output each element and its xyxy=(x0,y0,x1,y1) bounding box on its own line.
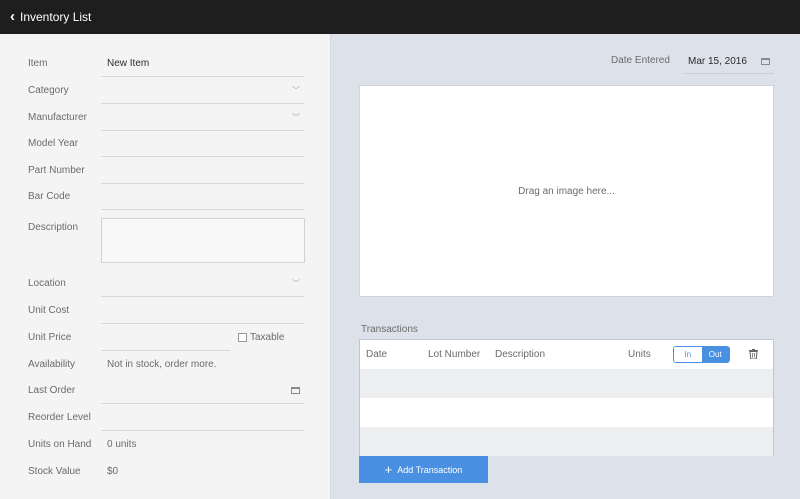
back-label: Inventory List xyxy=(20,10,92,24)
availability-label: Availability xyxy=(28,359,76,370)
taxable-label: Taxable xyxy=(250,331,285,343)
transactions-table: Date Lot Number Description Units In Out xyxy=(359,339,774,456)
taxable-checkbox[interactable]: Taxable xyxy=(238,331,284,343)
description-label: Description xyxy=(28,222,79,233)
reorder-level-label: Reorder Level xyxy=(28,412,91,423)
bar-code-input[interactable] xyxy=(101,183,304,210)
item-input[interactable]: New Item xyxy=(101,50,304,77)
description-textarea[interactable] xyxy=(101,218,305,263)
column-lot-number[interactable]: Lot Number xyxy=(428,340,480,369)
reorder-level-row: Reorder Level xyxy=(0,404,331,431)
last-order-row: Last Order xyxy=(0,377,331,404)
part-number-input[interactable] xyxy=(101,157,304,184)
model-year-label: Model Year xyxy=(28,138,79,149)
calendar-icon[interactable] xyxy=(291,387,300,394)
table-header: Date Lot Number Description Units In Out xyxy=(360,340,773,369)
column-date[interactable]: Date xyxy=(366,340,387,369)
category-select[interactable]: ﹀ xyxy=(101,77,304,104)
transactions-title: Transactions xyxy=(361,324,418,335)
bar-code-label: Bar Code xyxy=(28,191,71,202)
back-button[interactable]: ‹ Inventory List xyxy=(10,0,91,34)
details-panel: Date Entered Mar 15, 2016 Drag an image … xyxy=(331,34,800,499)
checkbox-box[interactable] xyxy=(238,332,247,342)
toggle-in[interactable]: In xyxy=(674,347,702,362)
trash-icon[interactable] xyxy=(749,349,758,359)
model-year-row: Model Year xyxy=(0,130,331,157)
add-transaction-button[interactable]: + Add Transaction xyxy=(359,456,488,483)
chevron-down-icon: ﹀ xyxy=(292,113,300,122)
plus-icon: + xyxy=(384,461,393,477)
date-entered-label: Date Entered xyxy=(611,55,670,66)
date-entered-value: Mar 15, 2016 xyxy=(688,56,747,67)
unit-cost-label: Unit Cost xyxy=(28,305,70,316)
location-label: Location xyxy=(28,278,66,289)
unit-price-label: Unit Price xyxy=(28,332,72,343)
units-on-hand-label: Units on Hand xyxy=(28,439,92,450)
table-row[interactable] xyxy=(360,427,773,456)
column-units[interactable]: Units xyxy=(628,340,651,369)
last-order-input[interactable] xyxy=(101,377,304,404)
part-number-row: Part Number xyxy=(0,157,331,184)
part-number-label: Part Number xyxy=(28,165,85,176)
units-on-hand-row: Units on Hand 0 units xyxy=(0,431,331,458)
image-dropzone[interactable]: Drag an image here... xyxy=(359,85,774,297)
table-row[interactable] xyxy=(360,398,773,427)
availability-value: Not in stock, order more. xyxy=(107,359,217,370)
item-form-panel: Item New Item Category ﹀ Manufacturer ﹀ … xyxy=(0,34,331,499)
category-label: Category xyxy=(28,85,69,96)
stock-value-row: Stock Value $0 xyxy=(0,458,331,485)
last-order-label: Last Order xyxy=(28,385,76,396)
in-out-toggle[interactable]: In Out xyxy=(673,346,730,363)
stock-value-value: $0 xyxy=(107,466,119,477)
unit-cost-row: Unit Cost xyxy=(0,297,331,324)
calendar-icon[interactable] xyxy=(761,58,770,65)
category-row: Category ﹀ xyxy=(0,77,331,104)
manufacturer-select[interactable]: ﹀ xyxy=(101,104,304,131)
date-entered-input[interactable]: Mar 15, 2016 xyxy=(683,50,774,74)
unit-cost-input[interactable] xyxy=(101,297,304,324)
chevron-left-icon: ‹ xyxy=(10,7,15,25)
column-description[interactable]: Description xyxy=(495,340,545,369)
unit-price-input[interactable] xyxy=(101,324,230,351)
dropzone-text: Drag an image here... xyxy=(518,185,615,197)
bar-code-row: Bar Code xyxy=(0,183,331,210)
manufacturer-label: Manufacturer xyxy=(28,112,87,123)
add-transaction-label: Add Transaction xyxy=(397,464,463,475)
location-select[interactable]: ﹀ xyxy=(101,270,304,297)
manufacturer-row: Manufacturer ﹀ xyxy=(0,104,331,131)
units-on-hand-value: 0 units xyxy=(107,439,137,450)
title-bar: ‹ Inventory List xyxy=(0,0,800,34)
reorder-level-input[interactable] xyxy=(101,404,304,431)
table-row[interactable] xyxy=(360,369,773,398)
availability-row: Availability Not in stock, order more. xyxy=(0,351,331,378)
stock-value-label: Stock Value xyxy=(28,466,81,477)
chevron-down-icon: ﹀ xyxy=(292,86,300,95)
toggle-out[interactable]: Out xyxy=(701,347,729,362)
location-row: Location ﹀ xyxy=(0,270,331,297)
chevron-down-icon: ﹀ xyxy=(292,279,300,288)
item-label: Item xyxy=(28,58,48,69)
model-year-input[interactable] xyxy=(101,130,304,157)
item-row: Item New Item xyxy=(0,50,331,77)
